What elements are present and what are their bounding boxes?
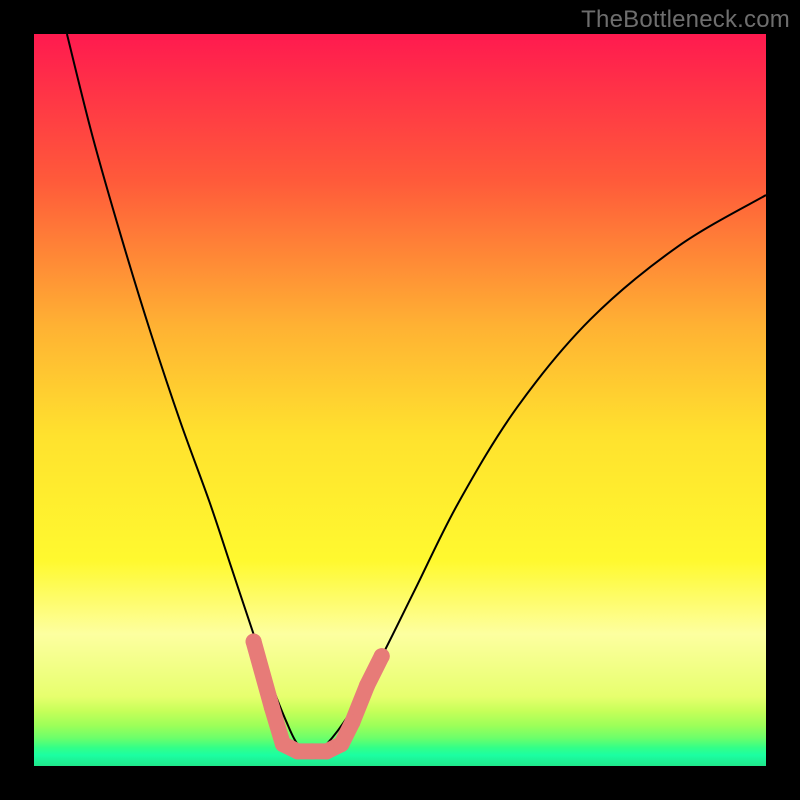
marker-dot (304, 743, 320, 759)
marker-dot (264, 699, 280, 715)
marker-dot (246, 634, 262, 650)
marker-dot (290, 743, 306, 759)
watermark-text: TheBottleneck.com (581, 6, 790, 34)
marker-dot (344, 714, 360, 730)
marker-dot (333, 736, 349, 752)
bottleneck-curve (67, 34, 766, 755)
marker-dot (359, 677, 375, 693)
chart-stage: TheBottleneck.com (0, 0, 800, 800)
marker-connector (254, 642, 382, 752)
chart-svg (34, 34, 766, 766)
marker-dot (374, 648, 390, 664)
marker-dot (275, 736, 291, 752)
marker-dot (319, 743, 335, 759)
plot-area (34, 34, 766, 766)
